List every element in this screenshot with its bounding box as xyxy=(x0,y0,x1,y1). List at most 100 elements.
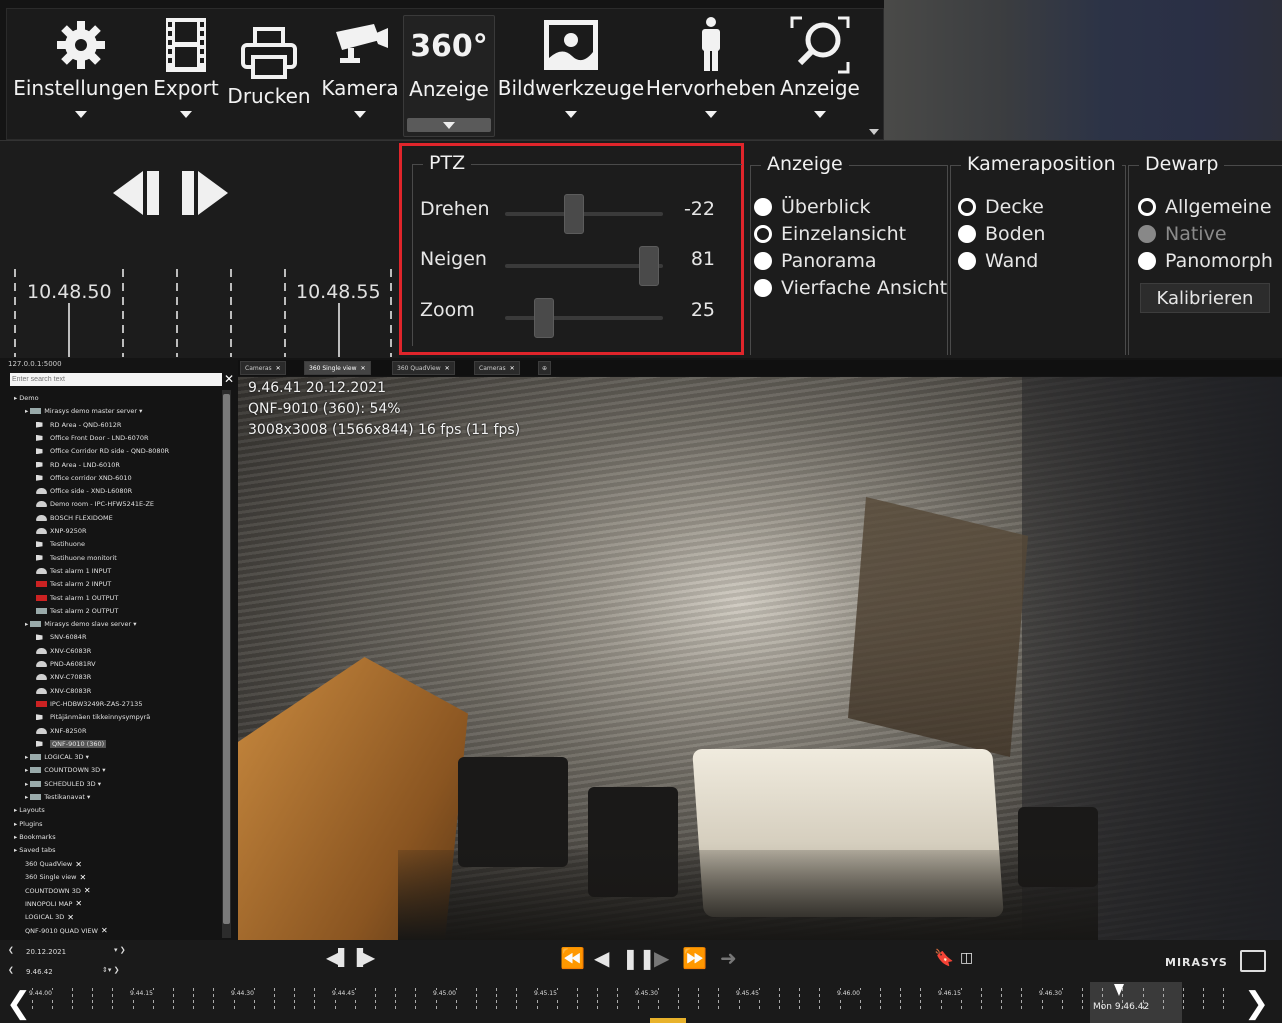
toolbar-overflow-icon[interactable] xyxy=(869,129,879,135)
chevron-left-icon[interactable]: ❮ xyxy=(6,986,31,1021)
chevron-down-icon[interactable] xyxy=(75,111,87,118)
print-button[interactable]: Drucken xyxy=(225,15,313,133)
date-dropdown[interactable]: ▾ ❯ xyxy=(114,946,126,954)
tree-item[interactable]: ▸ SCHEDULED 3D ▾ xyxy=(25,780,101,788)
tree-item[interactable]: Test alarm 1 OUTPUT xyxy=(36,594,118,602)
tree-item[interactable]: Testihuone monitorit xyxy=(36,554,117,562)
close-icon[interactable]: ✕ xyxy=(75,899,82,908)
tree-search-input[interactable] xyxy=(10,373,222,386)
tree-item[interactable]: Test alarm 2 INPUT xyxy=(36,580,111,588)
tree-item[interactable]: LOGICAL 3D ✕ xyxy=(25,913,74,922)
tree-item[interactable]: XNP-9250R xyxy=(36,527,87,535)
tree-item[interactable]: Testihuone xyxy=(36,540,85,548)
close-icon[interactable]: ✕ xyxy=(101,926,108,935)
highlight-button[interactable]: Hervorheben xyxy=(646,15,776,133)
chevron-down-icon[interactable] xyxy=(180,111,192,118)
chevron-down-icon[interactable] xyxy=(565,111,577,118)
expand-icon[interactable]: ▸ xyxy=(14,833,17,841)
tab-360-single-view[interactable]: 360 Single view ✕ xyxy=(304,361,371,375)
expand-icon[interactable]: ▸ xyxy=(14,806,17,814)
360-view-button[interactable]: 360° Anzeige xyxy=(403,15,495,137)
tree-item[interactable]: QNF-9010 QUAD VIEW ✕ xyxy=(25,926,108,935)
pause-icon[interactable]: ❚❚ xyxy=(622,946,656,970)
video-view[interactable]: 9.46.41 20.12.2021 QNF-9010 (360): 54% 3… xyxy=(238,377,1282,940)
tree-item[interactable]: ▸ LOGICAL 3D ▾ xyxy=(25,753,89,761)
tree-item[interactable]: RD Area - QND-6012R xyxy=(36,421,121,429)
expand-icon[interactable]: ▸ xyxy=(25,620,28,628)
settings-button[interactable]: Einstellungen xyxy=(13,15,149,133)
radio-single-view[interactable]: Einzelansicht xyxy=(754,223,906,245)
expand-icon[interactable]: ▸ xyxy=(25,780,28,788)
expand-icon[interactable]: ▸ xyxy=(25,793,28,801)
radio-general[interactable]: Allgemeine xyxy=(1138,196,1272,218)
tab-cameras-2[interactable]: Cameras ✕ xyxy=(474,361,520,375)
close-icon[interactable]: ✕ xyxy=(445,365,450,372)
radio-floor[interactable]: Boden xyxy=(958,223,1045,245)
tree-item[interactable]: 360 Single view ✕ xyxy=(25,873,86,882)
chevron-down-icon[interactable] xyxy=(814,111,826,118)
timeline[interactable]: 9.44.00 9.44.15 9.44.30 9.44.45 9.45.00 9.45.… xyxy=(0,982,1282,1023)
close-icon[interactable]: ✕ xyxy=(224,372,234,386)
tree-item[interactable]: IPC-HDBW3249R-ZAS-27135 xyxy=(36,700,142,708)
scrollbar-thumb[interactable] xyxy=(223,394,230,924)
tree-item[interactable]: XNV-C7083R xyxy=(36,673,91,681)
close-icon[interactable]: ✕ xyxy=(510,365,515,372)
expand-icon[interactable]: ▸ xyxy=(14,820,17,828)
bookmark-icon[interactable]: 🔖 xyxy=(934,948,954,967)
close-icon[interactable]: ✕ xyxy=(276,365,281,372)
tree-item[interactable]: XNF-8250R xyxy=(36,727,86,735)
radio-panorama[interactable]: Panorama xyxy=(754,250,877,272)
step-frame-icon[interactable]: ◀▌▐▶ xyxy=(326,948,375,967)
expand-icon[interactable]: ▸ xyxy=(25,753,28,761)
tree-item[interactable]: ▸ Layouts xyxy=(14,806,45,814)
radio-quad-view[interactable]: Vierfache Ansicht xyxy=(754,277,947,299)
chevron-right-icon[interactable]: ❯ xyxy=(1244,986,1269,1021)
radio-ceiling[interactable]: Decke xyxy=(958,196,1044,218)
date-prev-button[interactable]: ❮ xyxy=(8,946,14,954)
tree-item[interactable]: ▸ COUNTDOWN 3D ▾ xyxy=(25,766,105,774)
tree-item[interactable]: Office corridor XND-6010 xyxy=(36,474,132,482)
add-tab-button[interactable]: ⊕ xyxy=(538,361,552,375)
tree-item[interactable]: 360 QuadView ✕ xyxy=(25,860,82,869)
tree-item[interactable]: Test alarm 1 INPUT xyxy=(36,567,111,575)
expand-icon[interactable]: ▸ xyxy=(25,766,28,774)
rewind-icon[interactable]: ⏪ xyxy=(560,946,585,970)
tree-item[interactable]: ▸ Mirasys demo master server ▾ xyxy=(25,407,142,415)
radio-overview[interactable]: Überblick xyxy=(754,196,871,218)
close-icon[interactable]: ✕ xyxy=(67,913,74,922)
zoom-display-button[interactable]: Anzeige xyxy=(779,15,861,133)
tree-item[interactable]: ▸ Demo xyxy=(14,394,39,402)
time-prev-button[interactable]: ❮ xyxy=(8,966,14,974)
expand-icon[interactable]: ▸ xyxy=(25,407,28,415)
pan-slider-track[interactable] xyxy=(505,212,663,216)
camera-button[interactable]: Kamera xyxy=(315,15,405,133)
play-reverse-icon[interactable]: ◀ xyxy=(594,946,609,970)
tree-item[interactable]: Demo room - IPC-HFW5241E-ZE xyxy=(36,500,154,508)
calibrate-button[interactable]: Kalibrieren xyxy=(1140,283,1270,313)
radio-panomorph[interactable]: Panomorph xyxy=(1138,250,1273,272)
tree-item[interactable]: Office Front Door - LND-6070R xyxy=(36,434,149,442)
zoom-slider-thumb[interactable] xyxy=(534,298,554,338)
tree-item[interactable]: Pitäjänmäen tikkeinnysympyrä xyxy=(36,713,150,721)
pan-slider-thumb[interactable] xyxy=(564,194,584,234)
play-icon[interactable]: ▶ xyxy=(654,946,669,970)
time-field[interactable]: 9.46.42 xyxy=(26,968,53,976)
tree-item[interactable]: PND-A6081RV xyxy=(36,660,96,668)
time-spinner[interactable]: ⇕▾ ❯ xyxy=(102,966,119,974)
chevron-down-icon[interactable] xyxy=(354,111,366,118)
expand-icon[interactable]: ▸ xyxy=(14,846,17,854)
tree-item[interactable]: Test alarm 2 OUTPUT xyxy=(36,607,118,615)
split-view-icon[interactable]: ◫ xyxy=(960,950,973,966)
tilt-slider-thumb[interactable] xyxy=(639,246,659,286)
tab-cameras[interactable]: Cameras ✕ xyxy=(240,361,286,375)
chevron-down-icon[interactable] xyxy=(705,111,717,118)
tree-item[interactable]: RD Area - LND-6010R xyxy=(36,461,120,469)
fast-forward-icon[interactable]: ⏩ xyxy=(682,946,707,970)
tree-scrollbar[interactable] xyxy=(222,390,231,938)
step-forward-button[interactable] xyxy=(180,171,228,219)
tab-360-quadview[interactable]: 360 QuadView ✕ xyxy=(392,361,455,375)
step-back-button[interactable] xyxy=(113,171,161,219)
close-icon[interactable]: ✕ xyxy=(84,886,91,895)
tree-item[interactable]: COUNTDOWN 3D ✕ xyxy=(25,886,91,895)
radio-wall[interactable]: Wand xyxy=(958,250,1038,272)
